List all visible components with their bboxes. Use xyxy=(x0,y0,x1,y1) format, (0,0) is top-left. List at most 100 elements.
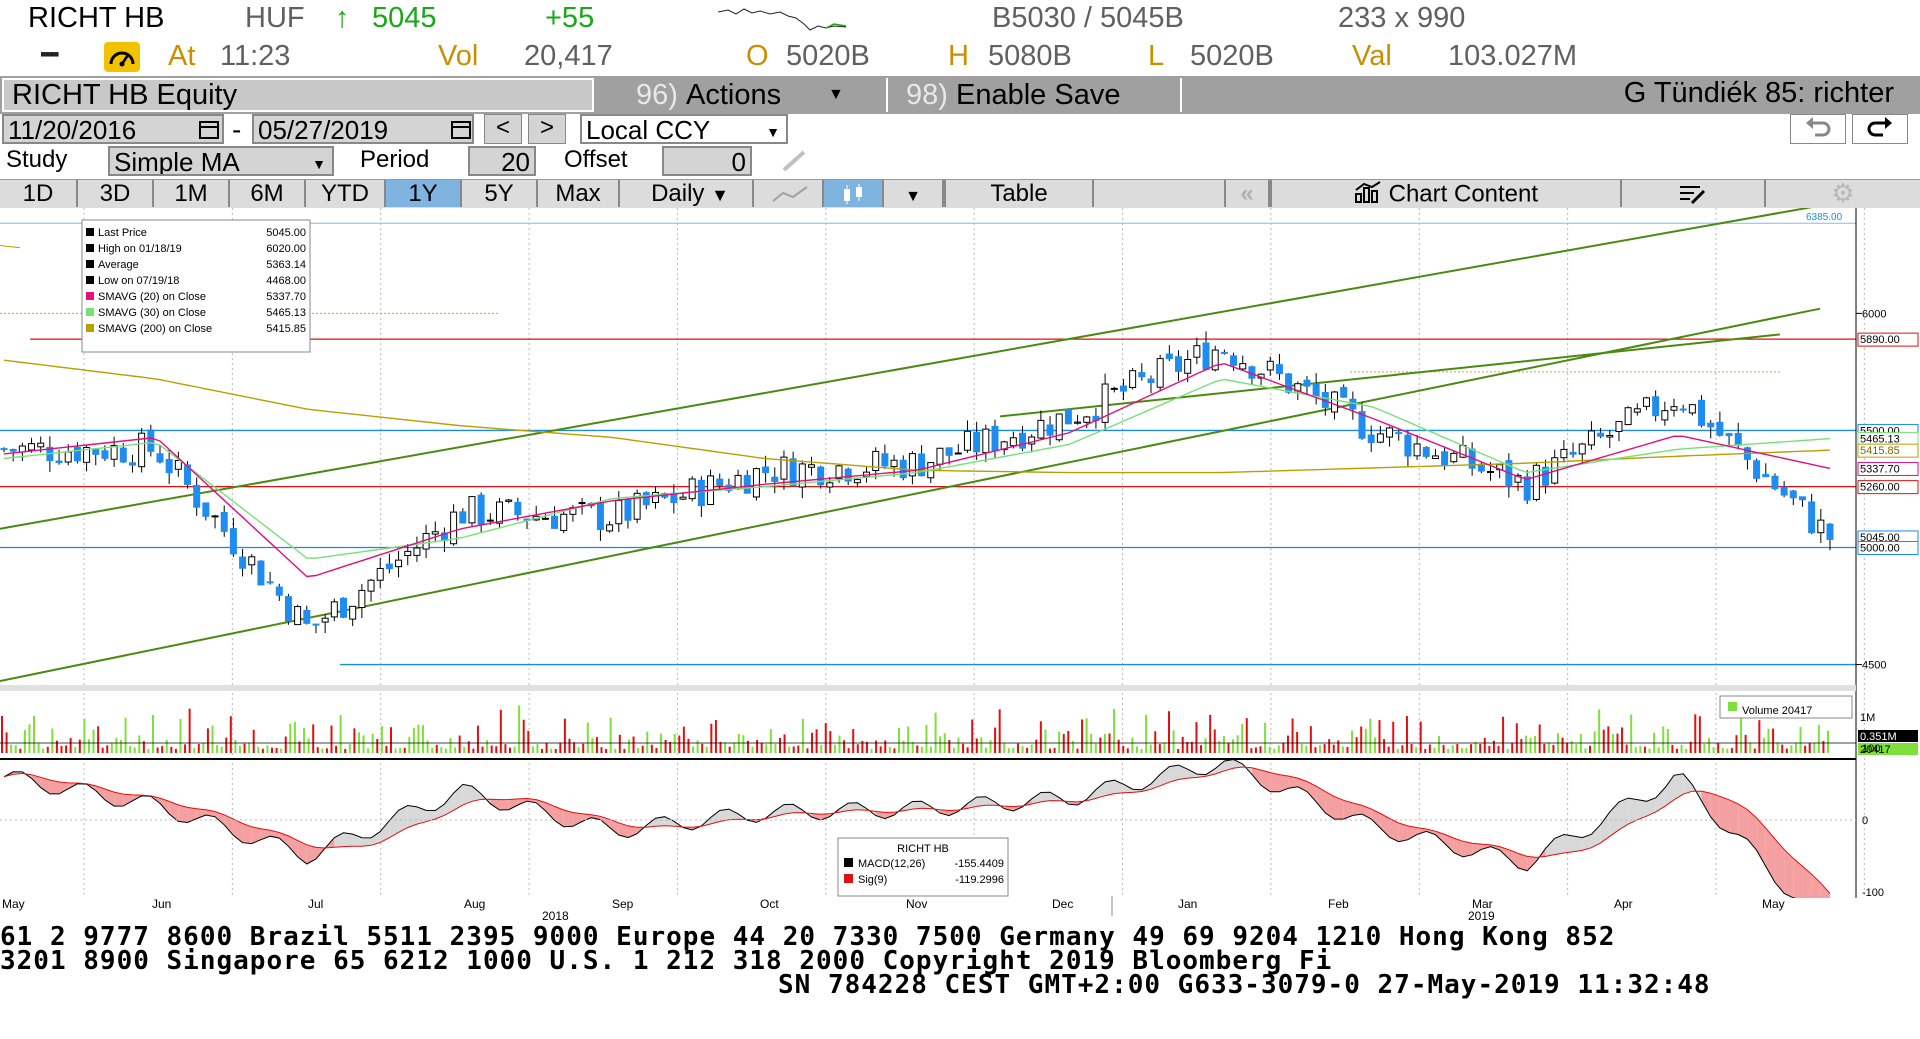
candle xyxy=(1184,359,1192,374)
macd-fill xyxy=(1270,772,1280,792)
gear-icon[interactable]: ⚙ xyxy=(1766,180,1920,207)
edit-legend-icon[interactable] xyxy=(1622,180,1766,207)
tab-1m[interactable]: 1M xyxy=(154,180,230,207)
candle xyxy=(1578,443,1586,455)
legend-swatch xyxy=(86,276,94,284)
candle xyxy=(1083,416,1091,423)
sparkline-icon xyxy=(718,8,847,31)
candle xyxy=(220,511,228,532)
tab-1d[interactable]: 1D xyxy=(0,180,78,207)
menu-dots[interactable]: ▪▪▪▪ xyxy=(40,44,59,65)
candle xyxy=(954,452,962,455)
legend-label: SMAVG (30) on Close xyxy=(98,307,206,319)
legend-value: 5415.85 xyxy=(266,323,306,335)
candle xyxy=(1560,448,1568,459)
candle xyxy=(1046,424,1054,436)
candle xyxy=(505,499,513,502)
candle xyxy=(1147,378,1155,384)
x-axis: May Jun Jul Aug Sep Oct Nov Dec Jan Feb Mar Apr May2… xyxy=(2,896,1785,922)
candle xyxy=(477,494,485,525)
tab-3d[interactable]: 3D xyxy=(78,180,154,207)
candle xyxy=(165,458,173,474)
start-date-field[interactable]: 11/20/2016 xyxy=(2,114,224,144)
security-field[interactable]: RICHT HB Equity xyxy=(2,78,594,112)
end-date-field[interactable]: 05/27/2019 xyxy=(252,114,474,144)
table-button[interactable]: Table xyxy=(944,180,1094,207)
x-axis-month: Sep xyxy=(612,897,634,911)
enable-save-label: Enable Save xyxy=(956,79,1121,111)
ticker-currency: HUF xyxy=(245,2,305,34)
candle xyxy=(229,528,237,555)
currency-select[interactable]: Local CCY ▼ xyxy=(580,114,788,144)
candle xyxy=(413,547,421,556)
gauge-icon[interactable] xyxy=(104,42,140,72)
candle xyxy=(1753,460,1761,479)
period-input[interactable]: 20 xyxy=(468,146,536,176)
calendar-icon[interactable] xyxy=(450,118,472,145)
candle xyxy=(541,517,549,520)
pencil-icon[interactable] xyxy=(780,148,810,179)
collapse-icon[interactable]: « xyxy=(1226,180,1270,207)
legend-value: 6020.00 xyxy=(266,243,306,255)
candle xyxy=(1037,419,1045,439)
price-chart[interactable]: 6385.005890.005500.005465.135415.855337.… xyxy=(0,208,1920,898)
x-axis-month: Aug xyxy=(464,897,485,911)
candle xyxy=(771,476,779,482)
prev-range-button[interactable]: < xyxy=(484,114,522,144)
candle xyxy=(28,443,36,451)
bid-ask: B5030 / 5045B xyxy=(992,2,1184,34)
x-axis-month: May xyxy=(2,897,25,911)
x-axis-month: Feb xyxy=(1328,897,1349,911)
price-change: +55 xyxy=(545,2,595,34)
candle xyxy=(1239,363,1247,370)
chevron-down-icon: ▼ xyxy=(766,124,780,140)
price-tag: 5337.70 xyxy=(1860,463,1900,475)
macd-legend-value: -119.2996 xyxy=(955,874,1004,886)
legend-label: Low on 07/19/18 xyxy=(98,275,179,287)
tab-1y[interactable]: 1Y xyxy=(386,180,462,207)
actions-menu[interactable]: 96) Actions ▼ xyxy=(598,78,886,112)
candle xyxy=(1587,430,1595,446)
tab-5y[interactable]: 5Y xyxy=(462,180,538,207)
line-chart-icon[interactable] xyxy=(760,180,824,207)
calendar-icon[interactable] xyxy=(198,118,220,145)
offset-input[interactable]: 0 xyxy=(662,146,752,176)
candle xyxy=(1642,397,1650,407)
tab-max[interactable]: Max xyxy=(538,180,620,207)
candle xyxy=(376,567,384,581)
candle xyxy=(1606,435,1614,438)
frequency-select[interactable]: Daily ▼ xyxy=(628,180,754,207)
candle xyxy=(1633,408,1641,413)
enable-save-button[interactable]: 98) Enable Save xyxy=(890,78,1178,112)
candle xyxy=(963,430,971,451)
x-axis-year: 2019 xyxy=(1468,909,1495,922)
chart-content-button[interactable]: Chart Content xyxy=(1270,180,1622,207)
x-axis-month: May xyxy=(1762,897,1785,911)
redo-icon[interactable] xyxy=(1852,114,1908,144)
candle xyxy=(1431,455,1439,460)
candle xyxy=(1138,372,1146,378)
panel-separator xyxy=(0,685,1856,691)
candle xyxy=(0,448,8,451)
candle-chart-icon[interactable] xyxy=(824,180,884,207)
volume-axis-label: 1M xyxy=(1860,712,1875,724)
candle xyxy=(1230,355,1238,366)
undo-icon[interactable] xyxy=(1790,114,1846,144)
ticker-symbol[interactable]: RICHT HB xyxy=(28,2,164,35)
study-select[interactable]: Simple MA ▼ xyxy=(108,146,334,176)
chart-type-dropdown[interactable]: ▼ xyxy=(884,180,944,207)
candle xyxy=(1523,476,1531,501)
candle xyxy=(606,524,614,532)
tab-ytd[interactable]: YTD xyxy=(306,180,386,207)
candle xyxy=(596,503,604,531)
price-tag: 5415.85 xyxy=(1860,445,1900,457)
tab-6m[interactable]: 6M xyxy=(230,180,306,207)
currency-value: Local CCY xyxy=(586,115,711,144)
next-range-button[interactable]: > xyxy=(528,114,566,144)
candle xyxy=(1220,351,1228,354)
candle xyxy=(936,447,944,465)
candle xyxy=(1817,519,1825,534)
legend-swatch xyxy=(86,228,94,236)
volume-label: Vol xyxy=(438,40,479,72)
candle xyxy=(1661,410,1669,421)
